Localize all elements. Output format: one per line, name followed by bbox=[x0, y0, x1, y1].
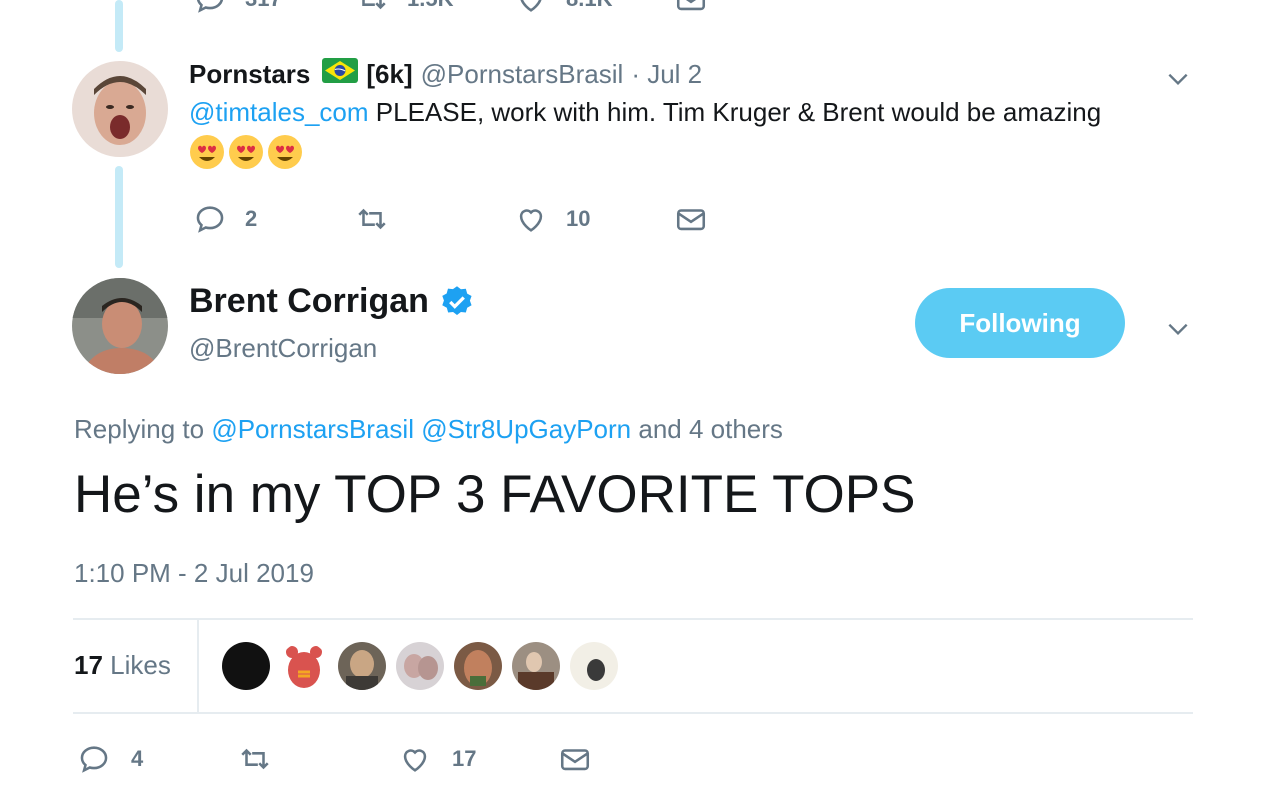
main-reply-count: 4 bbox=[131, 746, 144, 771]
chevron-down-icon[interactable] bbox=[1165, 316, 1191, 342]
heart-eyes-emoji-icon bbox=[268, 135, 302, 169]
reply-author-handle[interactable]: @PornstarsBrasil bbox=[421, 59, 624, 90]
liker-avatar[interactable] bbox=[396, 642, 444, 690]
likers-avatars bbox=[222, 642, 618, 690]
verified-icon bbox=[442, 285, 472, 315]
heart-eyes-emoji-icon bbox=[229, 135, 263, 169]
main-reply-action[interactable]: 4 bbox=[77, 742, 143, 776]
reply-tweet-retweet-action[interactable] bbox=[355, 202, 407, 236]
like-icon bbox=[403, 749, 427, 772]
top-retweet-count: 1.5K bbox=[407, 0, 453, 12]
chevron-down-icon[interactable] bbox=[1165, 66, 1191, 92]
top-retweet-action[interactable]: 1.5K bbox=[355, 0, 453, 16]
main-author-name[interactable]: Brent Corrigan bbox=[189, 282, 429, 321]
retweet-icon bbox=[362, 0, 386, 10]
brazil-flag-icon bbox=[322, 58, 359, 90]
liker-avatar[interactable] bbox=[280, 642, 328, 690]
main-like-count: 17 bbox=[452, 746, 477, 771]
top-like-action[interactable]: 8.1K bbox=[514, 0, 612, 16]
reply-tweet-dm-action[interactable] bbox=[674, 202, 708, 236]
main-tweet-text: He’s in my TOP 3 FAVORITE TOPS bbox=[74, 465, 916, 524]
replying-mention-2[interactable]: @Str8UpGayPorn bbox=[421, 414, 631, 444]
tweet-thread-page: 317 1.5K 8.1K Pornstars [6k] @PornstarsB… bbox=[0, 0, 1266, 806]
likes-summary[interactable]: 17 Likes bbox=[74, 650, 171, 681]
reply-tweet-header: Pornstars [6k] @PornstarsBrasil · Jul 2 bbox=[189, 58, 702, 90]
top-reply-count: 317 bbox=[245, 0, 282, 12]
retweet-icon bbox=[358, 208, 386, 230]
top-reply-action[interactable]: 317 bbox=[193, 0, 282, 16]
main-tweet-timestamp[interactable]: 1:10 PM - 2 Jul 2019 bbox=[74, 558, 314, 589]
liker-avatar[interactable] bbox=[454, 642, 502, 690]
liker-avatar[interactable] bbox=[222, 642, 270, 690]
dm-icon bbox=[676, 0, 706, 11]
retweet-icon bbox=[241, 748, 269, 770]
reply-author-avatar[interactable] bbox=[72, 61, 168, 157]
reply-tweet-like-action[interactable]: 10 bbox=[514, 202, 590, 236]
liker-avatar[interactable] bbox=[570, 642, 618, 690]
top-dm-action[interactable] bbox=[674, 0, 708, 16]
divider-top bbox=[73, 618, 1193, 620]
liker-avatar[interactable] bbox=[512, 642, 560, 690]
main-like-action[interactable]: 17 bbox=[398, 742, 476, 776]
top-like-count: 8.1K bbox=[566, 0, 612, 12]
likes-divider bbox=[197, 620, 199, 712]
reply-tweet-reply-count: 2 bbox=[245, 206, 258, 231]
reply-tweet-reply-action[interactable]: 2 bbox=[193, 202, 257, 236]
thread-line-middle bbox=[115, 166, 123, 268]
divider-bottom bbox=[73, 712, 1193, 714]
reply-tweet-text: @timtales_com PLEASE, work with him. Tim… bbox=[189, 97, 1101, 128]
reply-mention-link[interactable]: @timtales_com bbox=[189, 97, 369, 127]
reply-icon bbox=[196, 206, 224, 233]
likes-label: Likes bbox=[110, 650, 171, 680]
main-author-handle[interactable]: @BrentCorrigan bbox=[189, 333, 377, 364]
following-button[interactable]: Following bbox=[915, 288, 1125, 358]
reply-tweet-like-count: 10 bbox=[566, 206, 591, 231]
like-icon bbox=[520, 0, 542, 12]
reply-tweet-date[interactable]: · Jul 2 bbox=[631, 59, 702, 90]
reply-author-name[interactable]: Pornstars bbox=[189, 59, 310, 90]
main-dm-action[interactable] bbox=[558, 742, 592, 776]
reply-emojis bbox=[189, 134, 303, 170]
replying-prefix: Replying to bbox=[74, 414, 205, 444]
dm-icon bbox=[560, 749, 590, 771]
dm-icon bbox=[676, 209, 706, 231]
likes-count: 17 bbox=[74, 650, 103, 680]
main-retweet-action[interactable] bbox=[238, 742, 292, 776]
replying-suffix[interactable]: and 4 others bbox=[638, 414, 783, 444]
reply-tweet-body: PLEASE, work with him. Tim Kruger & Bren… bbox=[368, 97, 1102, 127]
reply-icon bbox=[80, 746, 108, 773]
replying-mention-1[interactable]: @PornstarsBrasil bbox=[211, 414, 414, 444]
main-author-name-row: Brent Corrigan bbox=[189, 282, 475, 321]
liker-avatar[interactable] bbox=[338, 642, 386, 690]
reply-author-badge: [6k] bbox=[366, 58, 413, 89]
reply-icon bbox=[196, 0, 224, 13]
like-icon bbox=[519, 209, 543, 232]
replying-to-line: Replying to @PornstarsBrasil @Str8UpGayP… bbox=[74, 414, 783, 445]
heart-eyes-emoji-icon bbox=[190, 135, 224, 169]
main-author-avatar[interactable] bbox=[72, 278, 168, 374]
thread-line-top bbox=[115, 0, 123, 52]
